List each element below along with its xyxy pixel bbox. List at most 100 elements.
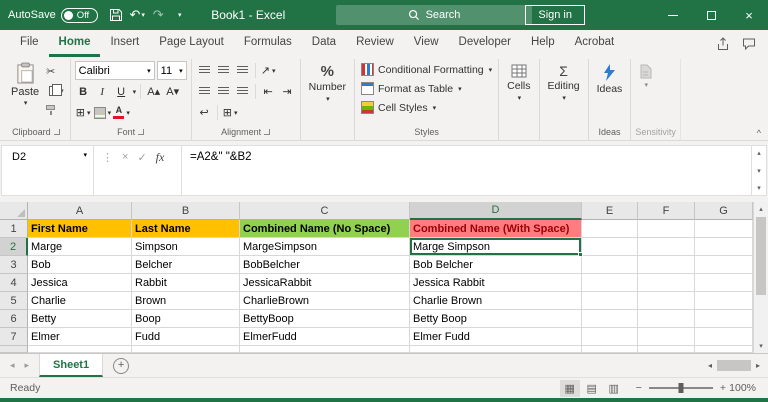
row-header-5[interactable]: 5 [0,292,28,310]
cell-f8[interactable] [638,346,695,353]
cell-c7[interactable]: ElmerFudd [240,328,410,346]
scroll-left-icon[interactable]: ◂ [708,361,712,370]
cell-d4[interactable]: Jessica Rabbit [410,274,582,292]
col-header-b[interactable]: B [132,202,240,220]
cell-f6[interactable] [638,310,695,328]
ideas-button[interactable]: Ideas [593,60,627,95]
search-box[interactable]: Search [336,5,532,25]
format-as-table-button[interactable]: Format as Table ▾ [359,79,464,98]
cell-e1[interactable] [582,220,638,238]
cell-d1[interactable]: Combined Name (With Space) [410,220,582,238]
cell-e3[interactable] [582,256,638,274]
cell-e7[interactable] [582,328,638,346]
wrap-text-button[interactable]: ↩ [196,104,213,121]
cell-c8[interactable] [240,346,410,353]
col-header-e[interactable]: E [582,202,638,220]
cell-b7[interactable]: Fudd [132,328,240,346]
horizontal-scroll-thumb[interactable] [717,360,751,371]
align-center-button[interactable] [215,83,232,100]
cell-d5[interactable]: Charlie Brown [410,292,582,310]
comments-button[interactable] [736,30,762,57]
cells-button[interactable]: Cells ▾ [503,60,534,102]
scroll-down-icon[interactable]: ▾ [754,339,768,353]
cell-f1[interactable] [638,220,695,238]
decrease-indent-button[interactable]: ⇤ [260,83,277,100]
merge-center-button[interactable]: ⊞▾ [222,104,239,121]
insert-function-button[interactable]: fx [156,151,165,163]
underline-caret-icon[interactable]: ▾ [133,88,137,96]
cell-c6[interactable]: BettyBoop [240,310,410,328]
increase-indent-button[interactable]: ⇥ [279,83,296,100]
cut-button[interactable]: ✂ [46,64,64,79]
orientation-button[interactable]: ↗▾ [260,62,277,79]
vertical-scrollbar[interactable]: ▴ ▾ [753,202,768,353]
share-button[interactable] [710,30,736,57]
align-left-button[interactable] [196,83,213,100]
paste-button[interactable]: Paste ▾ [6,60,44,107]
fill-handle[interactable] [578,252,583,257]
cell-d8[interactable] [410,346,582,353]
alignment-dialog-launcher[interactable] [264,129,270,135]
normal-view-button[interactable]: ▦ [560,380,580,397]
cell-a5[interactable]: Charlie [28,292,132,310]
cell-g5[interactable] [695,292,753,310]
zoom-level[interactable]: 100% [726,382,768,394]
cell-a8[interactable] [28,346,132,353]
cell-d7[interactable]: Elmer Fudd [410,328,582,346]
page-layout-view-button[interactable]: ▤ [582,380,602,397]
active-cell-d2[interactable]: Marge Simpson [410,238,582,256]
cell-g2[interactable] [695,238,753,256]
fill-color-button[interactable]: ▾ [94,104,112,121]
cell-g6[interactable] [695,310,753,328]
clipboard-dialog-launcher[interactable] [54,129,60,135]
row-header-2[interactable]: 2 [0,238,28,256]
bottom-align-button[interactable] [234,62,251,79]
cell-g3[interactable] [695,256,753,274]
cell-g4[interactable] [695,274,753,292]
cell-d3[interactable]: Bob Belcher [410,256,582,274]
col-header-d[interactable]: D [410,202,582,220]
tab-developer[interactable]: Developer [449,30,521,57]
tab-file[interactable]: File [10,30,49,57]
font-dialog-launcher[interactable] [138,129,144,135]
sheet-tab-sheet1[interactable]: Sheet1 [39,354,103,377]
save-button[interactable] [106,4,126,26]
cell-b8[interactable] [132,346,240,353]
font-name-combobox[interactable]: Calibri▾ [75,61,155,80]
cell-f7[interactable] [638,328,695,346]
cell-b3[interactable]: Belcher [132,256,240,274]
cell-g1[interactable] [695,220,753,238]
cell-c3[interactable]: BobBelcher [240,256,410,274]
enter-button[interactable]: ✓ [137,151,146,164]
autosave-toggle[interactable]: Off [61,8,99,23]
zoom-out-button[interactable]: − [636,382,642,394]
tab-insert[interactable]: Insert [100,30,149,57]
sign-in-button[interactable]: Sign in [525,5,585,25]
sensitivity-button[interactable]: ▾ [635,60,656,89]
cell-f3[interactable] [638,256,695,274]
cell-g7[interactable] [695,328,753,346]
tab-home[interactable]: Home [49,30,101,57]
format-painter-button[interactable] [46,102,64,117]
cell-a7[interactable]: Elmer [28,328,132,346]
tab-page-layout[interactable]: Page Layout [149,30,234,57]
cell-e2[interactable] [582,238,638,256]
select-all-button[interactable] [0,202,28,220]
cell-a3[interactable]: Bob [28,256,132,274]
row-header-3[interactable]: 3 [0,256,28,274]
tab-data[interactable]: Data [302,30,346,57]
copy-button[interactable]: ▾ [46,83,64,98]
cell-b1[interactable]: Last Name [132,220,240,238]
zoom-slider-thumb[interactable] [678,383,683,393]
autosave-control[interactable]: AutoSave Off [8,8,98,23]
minimize-button[interactable] [654,0,692,30]
scroll-up-icon[interactable]: ▴ [754,202,768,216]
tab-acrobat[interactable]: Acrobat [565,30,625,57]
vertical-scroll-thumb[interactable] [756,217,766,295]
cell-c2[interactable]: MargeSimpson [240,238,410,256]
cell-c4[interactable]: JessicaRabbit [240,274,410,292]
zoom-slider[interactable] [649,387,713,389]
horizontal-scrollbar[interactable]: ◂ ▸ [700,354,768,377]
cell-b2[interactable]: Simpson [132,238,240,256]
row-header-8[interactable] [0,346,28,353]
